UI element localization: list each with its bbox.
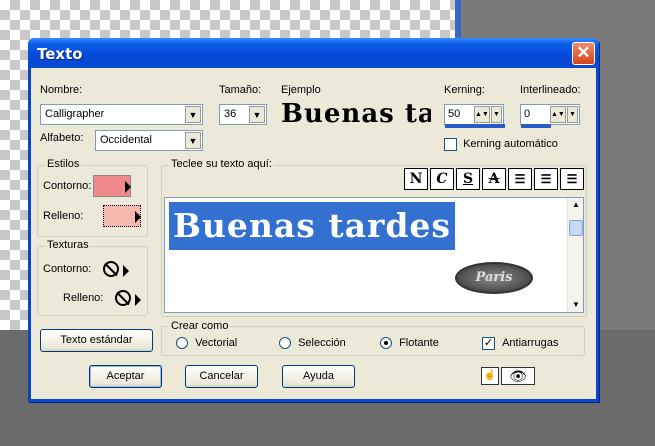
pointer-tool-button[interactable]: ☝ bbox=[481, 367, 499, 385]
font-size-label: Tamaño: bbox=[219, 84, 262, 96]
font-name-value: Calligrapher bbox=[45, 108, 105, 120]
strikethrough-button[interactable]: A bbox=[482, 168, 506, 190]
kerning-value: 50 bbox=[448, 108, 461, 120]
option-vectorial[interactable]: Vectorial bbox=[176, 337, 237, 350]
chevron-down-icon[interactable]: ▼ bbox=[490, 106, 502, 123]
antialias-checkbox[interactable]: ✓ bbox=[482, 337, 495, 350]
kerning-label: Kerning: bbox=[444, 84, 485, 96]
font-preview: Buenas tai bbox=[281, 99, 431, 129]
antialias-option[interactable]: ✓ Antiarrugas bbox=[482, 337, 558, 350]
styles-outline-label: Contorno: bbox=[43, 180, 92, 192]
caret-right-icon[interactable] bbox=[123, 265, 129, 277]
help-button[interactable]: Ayuda bbox=[282, 365, 355, 388]
align-left-icon: ☰ bbox=[514, 172, 526, 186]
chevron-down-icon[interactable]: ▼ bbox=[249, 106, 265, 123]
preview-toggle-button[interactable]: 👁 bbox=[501, 367, 535, 385]
underline-button[interactable]: S bbox=[456, 168, 480, 190]
no-texture-icon[interactable] bbox=[103, 261, 119, 277]
scroll-up-icon[interactable]: ▲ bbox=[569, 198, 583, 212]
line-spacing-value: 0 bbox=[524, 108, 531, 120]
accept-button[interactable]: Aceptar bbox=[89, 365, 162, 388]
align-right-icon: ☰ bbox=[566, 172, 578, 186]
font-size-select[interactable]: 36 ▼ bbox=[219, 104, 267, 125]
align-center-icon: ☰ bbox=[540, 172, 552, 186]
selected-text[interactable]: Buenas tardes bbox=[169, 202, 455, 250]
kerning-slider[interactable] bbox=[445, 124, 505, 128]
scroll-thumb[interactable] bbox=[569, 220, 583, 236]
text-entry-area[interactable]: Buenas tardes Paris ▲ ▼ bbox=[164, 197, 584, 313]
chevron-down-icon[interactable]: ▼ bbox=[566, 106, 578, 123]
line-spacing-label: Interlineado: bbox=[520, 84, 581, 96]
text-entry-label: Teclee su texto aquí: bbox=[169, 158, 274, 170]
auto-kerning-checkbox[interactable] bbox=[444, 138, 457, 151]
dialog-titlebar[interactable]: Texto ✕ bbox=[28, 38, 599, 68]
caret-right-icon[interactable] bbox=[135, 294, 141, 306]
auto-kerning-label: Kerning automático bbox=[463, 138, 558, 151]
alphabet-label: Alfabeto: bbox=[40, 132, 84, 144]
chevron-down-icon[interactable]: ▼ bbox=[185, 106, 201, 123]
spin-arrows-icon[interactable]: ▲▼ bbox=[550, 106, 566, 123]
example-label: Ejemplo bbox=[281, 84, 321, 96]
italic-button[interactable]: C bbox=[430, 168, 454, 190]
align-right-button[interactable]: ☰ bbox=[560, 168, 584, 190]
textures-group-title: Texturas bbox=[45, 239, 91, 251]
hand-pointer-icon: ☝ bbox=[483, 370, 497, 381]
vectorial-radio[interactable] bbox=[176, 337, 188, 350]
chevron-down-icon[interactable]: ▼ bbox=[185, 132, 201, 149]
bold-button[interactable]: N bbox=[404, 168, 428, 190]
create-as-title: Crear como bbox=[169, 320, 231, 332]
align-center-button[interactable]: ☰ bbox=[534, 168, 558, 190]
close-icon: ✕ bbox=[576, 43, 591, 62]
line-spacing-slider[interactable] bbox=[521, 124, 551, 128]
eye-icon: 👁 bbox=[509, 368, 527, 384]
textures-outline-label: Contorno: bbox=[43, 263, 92, 275]
no-texture-icon[interactable] bbox=[115, 290, 131, 306]
text-dialog: Texto ✕ Nombre: Calligrapher ▼ Alfabeto:… bbox=[28, 38, 599, 402]
styles-fill-label: Relleno: bbox=[43, 210, 84, 222]
option-flotante[interactable]: Flotante bbox=[380, 337, 439, 350]
standard-text-button[interactable]: Texto estándar bbox=[40, 329, 153, 352]
spin-arrows-icon[interactable]: ▲▼ bbox=[474, 106, 490, 123]
cancel-button[interactable]: Cancelar bbox=[185, 365, 258, 388]
alphabet-select[interactable]: Occidental ▼ bbox=[95, 130, 203, 151]
kerning-spinner[interactable]: 50 ▲▼ ▼ bbox=[444, 104, 505, 128]
scroll-down-icon[interactable]: ▼ bbox=[569, 298, 583, 312]
flotante-radio[interactable] bbox=[380, 337, 392, 350]
font-size-value: 36 bbox=[224, 108, 237, 120]
seleccion-radio[interactable] bbox=[279, 337, 291, 350]
align-left-button[interactable]: ☰ bbox=[508, 168, 532, 190]
auto-kerning-option[interactable]: Kerning automático bbox=[444, 138, 558, 151]
caret-right-icon[interactable] bbox=[135, 211, 141, 223]
alphabet-value: Occidental bbox=[100, 134, 152, 146]
option-seleccion[interactable]: Selección bbox=[279, 337, 346, 350]
dialog-title: Texto bbox=[37, 45, 83, 63]
font-name-label: Nombre: bbox=[40, 84, 83, 96]
watermark-logo: Paris bbox=[455, 262, 533, 294]
textures-fill-label: Relleno: bbox=[63, 292, 104, 304]
close-button[interactable]: ✕ bbox=[572, 42, 595, 65]
textures-group bbox=[37, 246, 148, 316]
line-spacing-spinner[interactable]: 0 ▲▼ ▼ bbox=[520, 104, 580, 128]
styles-group-title: Estilos bbox=[45, 158, 82, 170]
text-scrollbar[interactable]: ▲ ▼ bbox=[567, 198, 583, 312]
font-name-select[interactable]: Calligrapher ▼ bbox=[40, 104, 203, 125]
caret-right-icon[interactable] bbox=[125, 181, 131, 193]
